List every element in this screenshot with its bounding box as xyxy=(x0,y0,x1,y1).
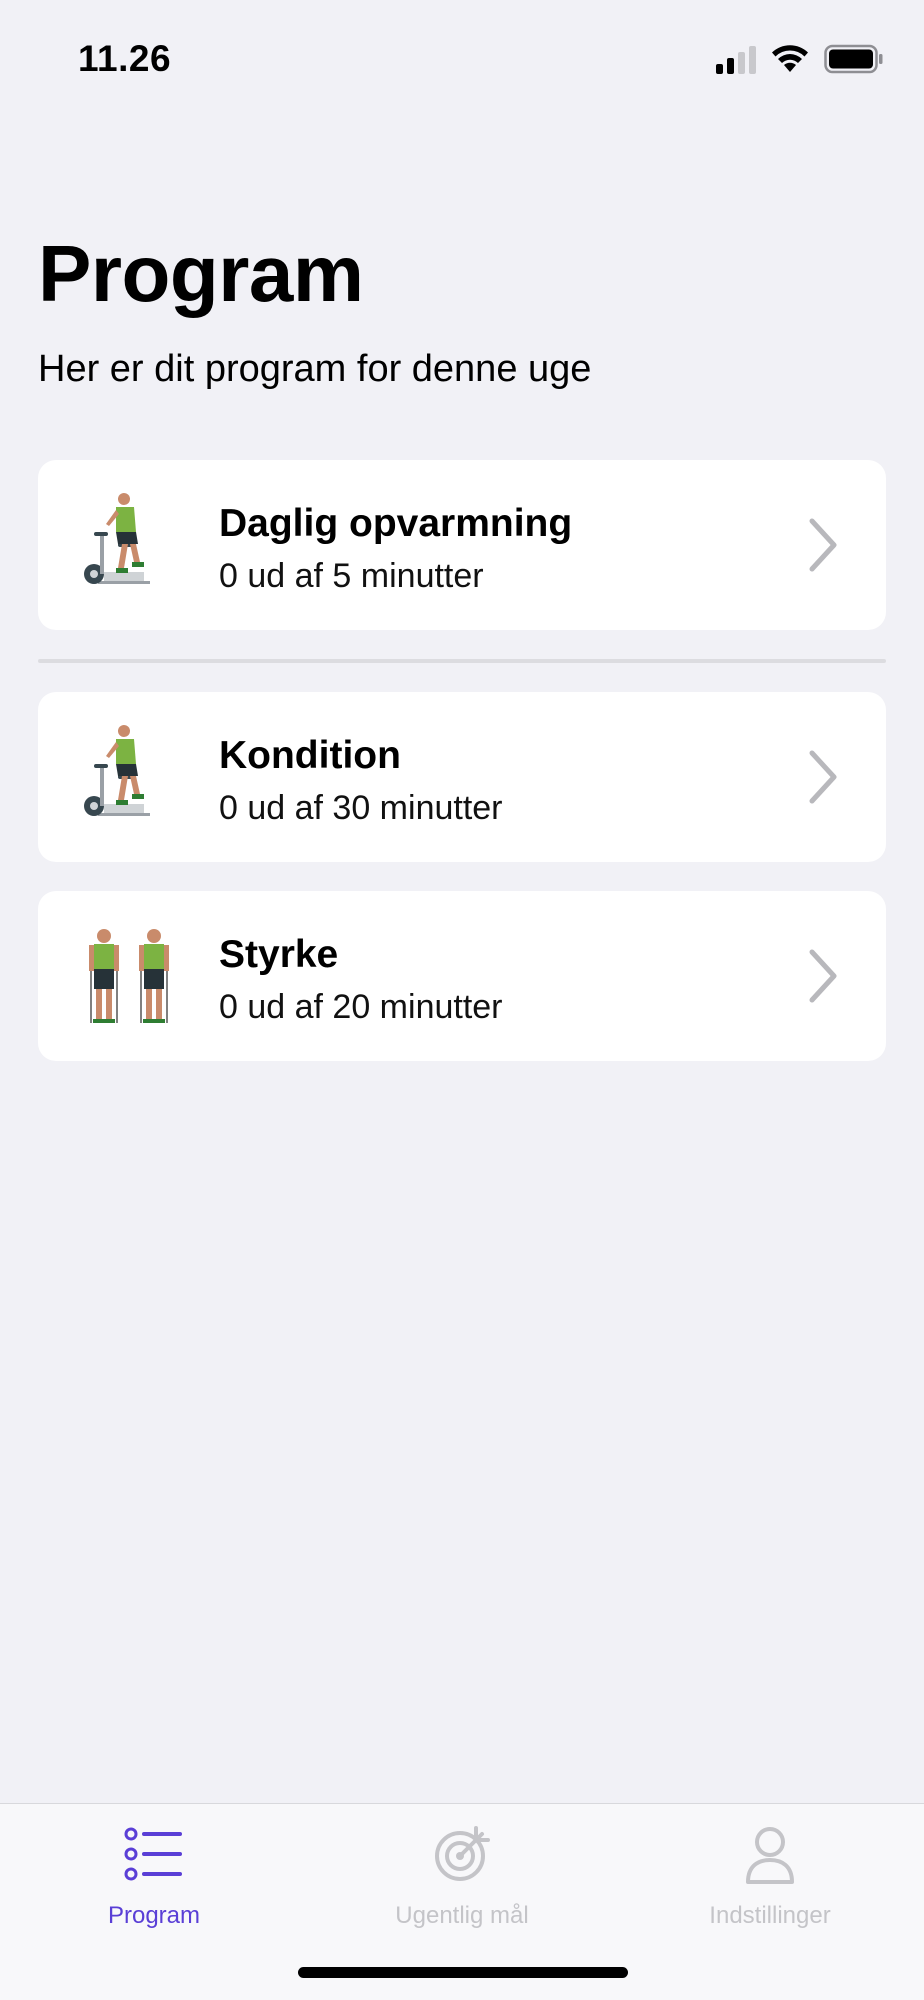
chevron-right-icon xyxy=(809,750,837,804)
tab-label: Program xyxy=(107,1902,201,1929)
home-indicator[interactable] xyxy=(298,1967,628,1978)
status-bar: 11.26 xyxy=(0,0,924,110)
program-item-text: Kondition 0 ud af 30 minutter xyxy=(219,732,503,830)
status-icons xyxy=(716,42,884,76)
program-item-text: Daglig opvarmning 0 ud af 5 minutter xyxy=(219,500,572,598)
program-item-styrke[interactable]: Styrke 0 ud af 20 minutter xyxy=(38,891,886,1061)
program-item-title: Kondition xyxy=(219,734,401,777)
tab-indstillinger[interactable]: Indstillinger xyxy=(616,1804,924,1934)
list-icon xyxy=(124,1827,182,1881)
person-icon xyxy=(746,1827,794,1884)
program-item-title: Styrke xyxy=(219,933,339,976)
tab-program[interactable]: Program xyxy=(0,1804,308,1934)
page-title: Program xyxy=(38,229,364,318)
chevron-right-icon xyxy=(809,518,837,572)
tab-bar: Program Ugentlig mål Indstillinger xyxy=(0,1803,924,2000)
tab-ugentlig-maal[interactable]: Ugentlig mål xyxy=(308,1804,616,1934)
battery-icon xyxy=(824,44,883,74)
program-item-progress: 0 ud af 20 minutter xyxy=(219,988,503,1026)
resistance-band-figures-icon xyxy=(89,929,169,1023)
cellular-signal-icon xyxy=(716,44,756,74)
exercise-bike-figure-icon xyxy=(84,493,150,584)
program-item-progress: 0 ud af 30 minutter xyxy=(219,789,503,827)
program-item-text: Styrke 0 ud af 20 minutter xyxy=(219,931,503,1029)
program-item-title: Daglig opvarmning xyxy=(219,502,573,545)
page-subtitle: Her er dit program for denne uge xyxy=(38,348,592,390)
tab-label: Ugentlig mål xyxy=(395,1902,529,1929)
program-item-progress: 0 ud af 5 minutter xyxy=(219,557,484,595)
tab-label: Indstillinger xyxy=(709,1902,831,1929)
target-icon xyxy=(435,1826,490,1881)
chevron-right-icon xyxy=(809,949,837,1003)
wifi-icon xyxy=(772,45,808,72)
program-item-kondition[interactable]: Kondition 0 ud af 30 minutter xyxy=(38,692,886,862)
program-screen: 11.26 Program Her er dit program for den… xyxy=(0,0,924,2000)
status-time: 11.26 xyxy=(78,38,172,79)
program-item-daglig-opvarmning[interactable]: Daglig opvarmning 0 ud af 5 minutter xyxy=(38,460,886,630)
exercise-bike-figure-icon xyxy=(84,725,150,816)
section-divider xyxy=(38,659,886,663)
